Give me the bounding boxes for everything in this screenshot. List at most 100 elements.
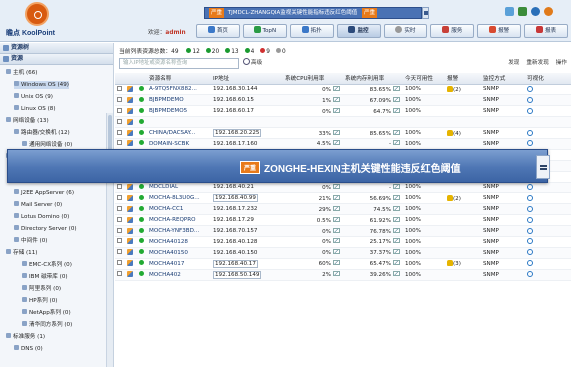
sparkline-icon[interactable] xyxy=(333,85,340,91)
tree-node[interactable]: Linux OS (8) xyxy=(14,105,56,113)
table-row[interactable]: MOCHA4017 192.168.40.17 60% 65.47% 100% (3) SN… xyxy=(115,258,571,270)
resource-name[interactable]: BJBPMDEMO xyxy=(147,94,211,107)
tree-node[interactable]: 阿里系列 (0) xyxy=(22,285,61,293)
resource-name[interactable]: MOCHA-CC1 xyxy=(147,203,211,216)
nav-report[interactable]: 报表 xyxy=(524,24,568,38)
sparkline-icon[interactable] xyxy=(393,183,400,189)
chart-icon[interactable] xyxy=(505,7,514,16)
table-row[interactable]: CHINA/DACSAY... 192.168.20.225 33% 85.65% 10… xyxy=(115,127,571,139)
table-row[interactable]: MOCHA40150 192.168.40.150 0% 37.37% 100% SNMP xyxy=(115,247,571,259)
table-row[interactable]: MOCHA-YNF3BD... 192.168.70.157 0% 76.78% 100… xyxy=(115,225,571,237)
gear-icon[interactable] xyxy=(527,194,533,201)
tree-node[interactable]: 主机 (66) xyxy=(6,69,37,77)
sparkline-icon[interactable] xyxy=(393,140,400,146)
sparkline-icon[interactable] xyxy=(393,227,400,233)
column-header[interactable]: IP地址 xyxy=(211,73,283,85)
table-row[interactable]: MDCLDIAL 192.168.40.21 0% - 100% SNMP xyxy=(115,182,571,194)
tree-node[interactable]: IBM 磁带库 (0) xyxy=(22,273,68,281)
ip-address[interactable]: 192.168.40.17 xyxy=(213,259,258,268)
column-header[interactable]: 资源名称 xyxy=(147,73,211,85)
row-checkbox[interactable] xyxy=(117,129,122,135)
row-checkbox[interactable] xyxy=(117,118,122,124)
tree-node[interactable]: HP系列 (0) xyxy=(22,297,57,305)
nav-home[interactable]: 首页 xyxy=(196,24,240,38)
tree-node[interactable]: 路由器/交换机 (12) xyxy=(14,129,70,137)
resource-name[interactable]: A-9TQ5FNX882... xyxy=(147,84,211,96)
resource-name[interactable]: MOCHA-YNF3BD... xyxy=(147,225,211,237)
row-checkbox[interactable] xyxy=(117,96,122,102)
nav-alarm[interactable]: 报警 xyxy=(477,24,522,38)
gear-icon[interactable] xyxy=(527,129,533,136)
tree-node[interactable]: Windows OS (49) xyxy=(14,81,69,89)
tree-node[interactable]: Mail Server (0) xyxy=(14,201,62,209)
sparkline-icon[interactable] xyxy=(333,183,340,189)
search-input[interactable]: 输入IP地址或资源名称查询 xyxy=(119,58,239,69)
table-row[interactable] xyxy=(115,116,571,129)
ip-address[interactable]: 192.168.20.225 xyxy=(213,129,262,137)
resource-name[interactable]: DOMAIN-SCBK xyxy=(147,138,211,150)
row-checkbox[interactable] xyxy=(117,194,122,200)
table-row[interactable]: MOCHA40128 192.168.40.128 0% 25.17% 100% SNMP xyxy=(115,236,571,248)
gear-icon[interactable] xyxy=(527,205,533,212)
column-header[interactable] xyxy=(137,73,147,85)
sparkline-icon[interactable] xyxy=(333,205,340,211)
nav-service[interactable]: 服务 xyxy=(430,24,475,38)
tree-node[interactable]: 清华同方系列 (0) xyxy=(22,321,72,329)
resource-section-header[interactable]: 资源 xyxy=(0,54,113,65)
gear-icon[interactable] xyxy=(527,238,533,245)
table-row[interactable]: A-9TQ5FNX882... 192.168.30.144 0% 83.65% 100… xyxy=(115,84,571,96)
sparkline-icon[interactable] xyxy=(333,271,340,277)
table-row[interactable]: MOCHA-8L3U0G... 192.168.40.99 21% 56.69% 100… xyxy=(115,192,571,205)
gear-icon[interactable] xyxy=(527,96,533,103)
row-checkbox[interactable] xyxy=(117,140,122,146)
sparkline-icon[interactable] xyxy=(393,96,400,102)
sparkline-icon[interactable] xyxy=(393,129,400,135)
sparkline-icon[interactable] xyxy=(393,216,400,222)
nav-monitor[interactable]: 监控 xyxy=(336,24,381,38)
sparkline-icon[interactable] xyxy=(393,205,400,211)
tree-node[interactable]: Directory Server (0) xyxy=(14,225,77,233)
column-header[interactable]: 系统CPU利用率 xyxy=(283,73,343,85)
resource-name[interactable] xyxy=(147,116,211,129)
sparkline-icon[interactable] xyxy=(393,238,400,244)
sparkline-icon[interactable] xyxy=(393,260,400,266)
column-header[interactable]: 今天可用性 xyxy=(403,73,445,85)
row-checkbox[interactable] xyxy=(117,260,122,266)
gear-icon[interactable] xyxy=(527,216,533,223)
sparkline-icon[interactable] xyxy=(333,194,340,200)
row-checkbox[interactable] xyxy=(117,227,122,233)
row-checkbox[interactable] xyxy=(117,238,122,244)
ip-address[interactable]: 192.168.50.149 xyxy=(213,270,262,279)
tree-node[interactable]: Unix OS (9) xyxy=(14,93,53,101)
table-row[interactable]: DOMAIN-SCBK 192.168.17.160 4.5% - 100% SNMP xyxy=(115,138,571,150)
resource-name[interactable]: MOCHA402 xyxy=(147,269,211,281)
column-header[interactable]: 可视化 xyxy=(525,73,571,85)
column-header[interactable]: 监控方式 xyxy=(481,73,525,85)
user-icon[interactable] xyxy=(518,7,527,16)
sparkline-icon[interactable] xyxy=(333,216,340,222)
tree-node[interactable]: 通用网络设备 (0) xyxy=(22,141,72,149)
advanced-search-button[interactable]: 高级 xyxy=(243,58,265,69)
gear-icon[interactable] xyxy=(527,227,533,234)
column-header[interactable] xyxy=(115,73,125,85)
row-checkbox[interactable] xyxy=(117,107,122,113)
ticker-scroll-button[interactable] xyxy=(422,7,429,19)
search-icon[interactable] xyxy=(531,7,540,16)
column-header[interactable]: 系统内存利用率 xyxy=(343,73,403,85)
sparkline-icon[interactable] xyxy=(333,260,340,266)
nav-realtime[interactable]: 实时 xyxy=(383,24,428,38)
resource-name[interactable]: MDCLDIAL xyxy=(147,182,211,194)
resource-name[interactable]: BJBPMDEMO5 xyxy=(147,105,211,118)
sparkline-icon[interactable] xyxy=(333,129,340,135)
gear-icon[interactable] xyxy=(527,107,533,114)
resource-name[interactable]: MOCHA-8L3U0G... xyxy=(147,192,211,205)
gear-icon[interactable] xyxy=(527,140,533,147)
sparkline-icon[interactable] xyxy=(333,107,340,113)
sparkline-icon[interactable] xyxy=(393,194,400,200)
tree-node[interactable]: NetApp系列 (0) xyxy=(22,309,71,317)
sparkline-icon[interactable] xyxy=(333,227,340,233)
table-row[interactable]: BJBPMDEMO5 192.168.60.17 0% 64.7% 100% SNMP xyxy=(115,105,571,118)
ip-address[interactable]: 192.168.40.99 xyxy=(213,194,258,203)
row-checkbox[interactable] xyxy=(117,85,122,91)
sparkline-icon[interactable] xyxy=(393,249,400,255)
